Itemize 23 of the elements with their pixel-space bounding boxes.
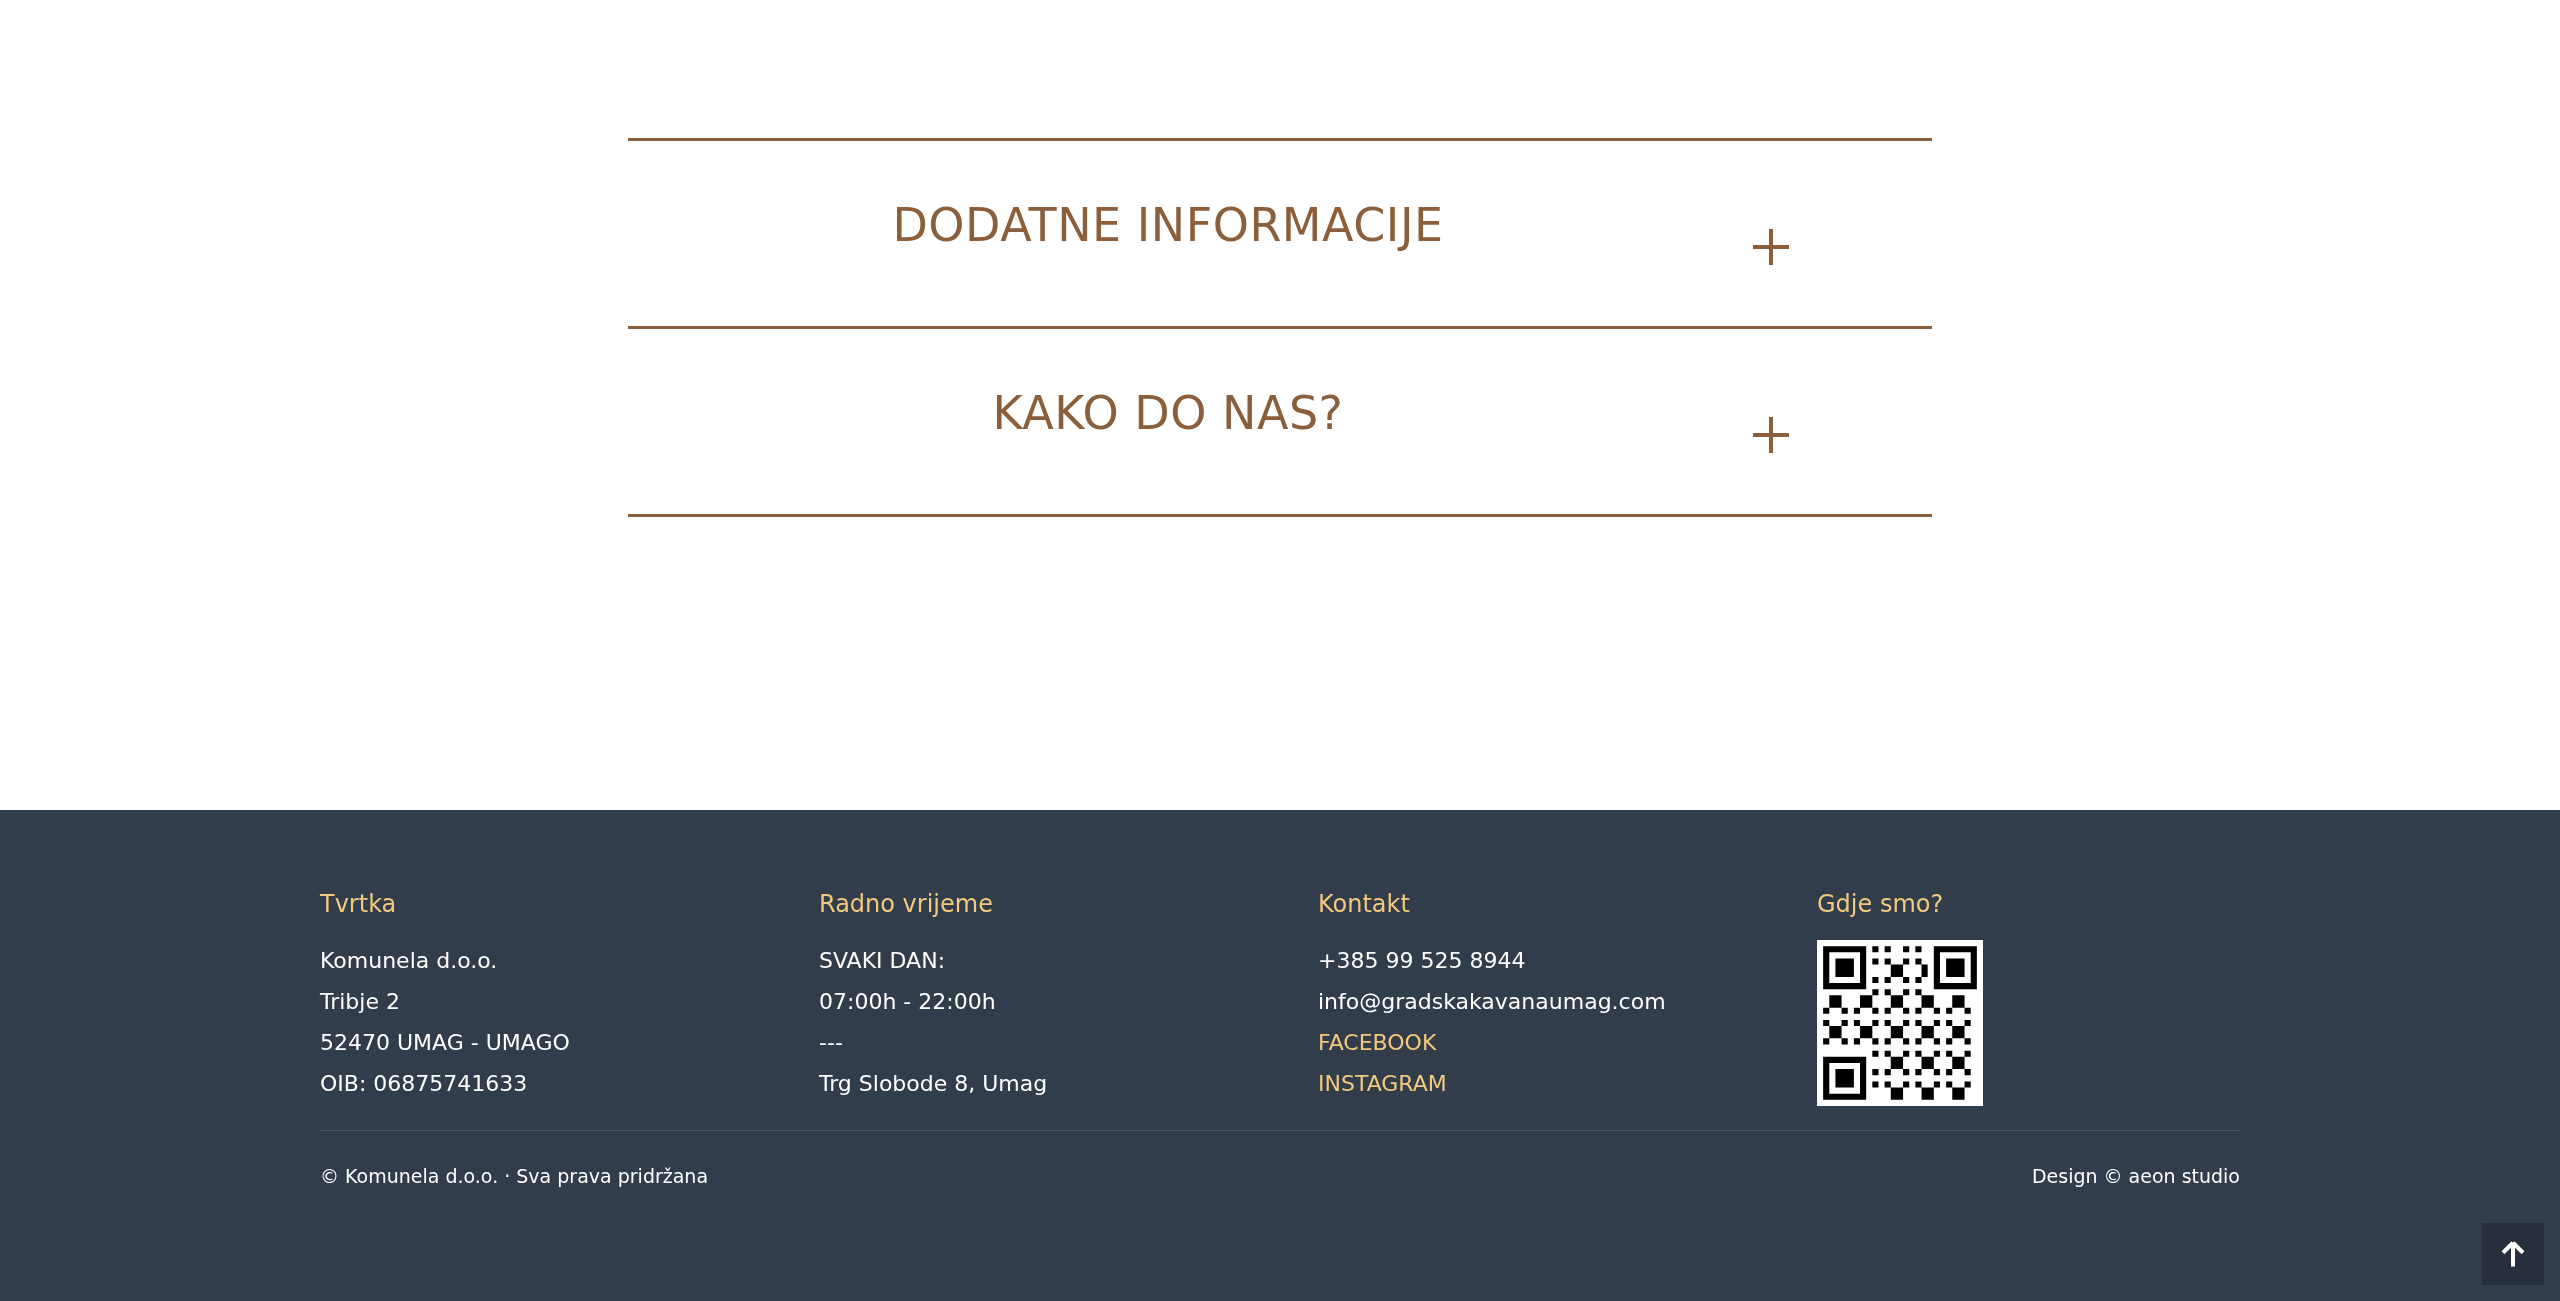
column-heading: Tvrtka [320, 890, 398, 918]
column-heading: Radno vrijeme [819, 890, 994, 918]
social-link[interactable]: FACEBOOK [1318, 1022, 1437, 1063]
footer-text: SVAKI DAN: [819, 947, 947, 975]
footer-text: info@gradskakavanaumag.com [1318, 988, 1667, 1016]
credit-text: Design © aeon studio [2031, 1165, 2240, 1187]
column-heading: Gdje smo? [1817, 890, 1945, 918]
plus-icon[interactable] [1753, 229, 1789, 265]
footer-text: +385 99 525 8944 [1318, 947, 1527, 975]
scroll-to-top-button[interactable] [2482, 1223, 2544, 1285]
accordion-header[interactable]: KAKO DO NAS? [628, 385, 1708, 440]
copyright-text: © Komunela d.o.o. · Sva prava pridržana [320, 1165, 709, 1187]
footer-text: 07:00h - 22:00h [819, 988, 997, 1016]
footer-text: Komunela d.o.o. [320, 947, 499, 975]
column-heading: Kontakt [1318, 890, 1411, 918]
footer-text: 52470 UMAG - UMAGO [320, 1029, 571, 1057]
accordion-header[interactable]: DODATNE INFORMACIJE [628, 197, 1708, 252]
footer-text: Trg Slobode 8, Umag [819, 1070, 1049, 1098]
footer-text: Tribje 2 [320, 988, 401, 1016]
footer-text: OIB: 06875741633 [320, 1070, 529, 1098]
social-link[interactable]: INSTAGRAM [1318, 1063, 1447, 1104]
plus-icon[interactable] [1753, 417, 1789, 453]
footer-text: --- [819, 1029, 844, 1057]
